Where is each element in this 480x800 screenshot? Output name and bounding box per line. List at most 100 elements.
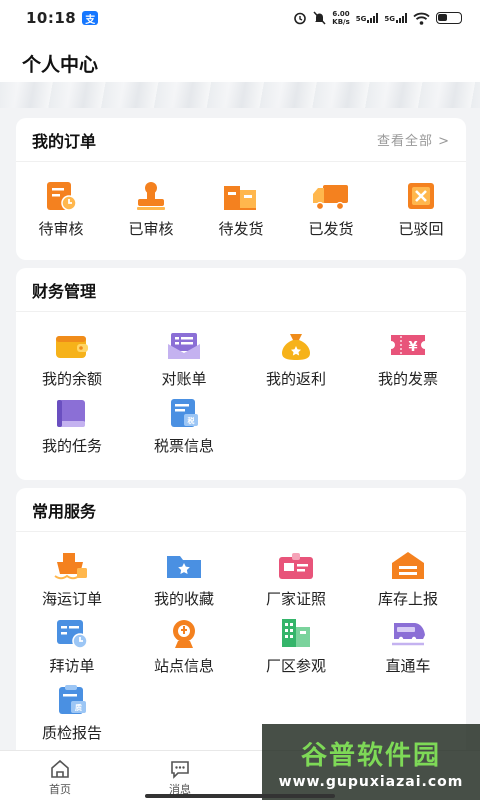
finance-balance[interactable]: 我的余额 xyxy=(16,328,128,389)
money-bag-icon xyxy=(276,328,316,364)
service-item-label: 站点信息 xyxy=(153,657,214,675)
order-shipped[interactable]: 已发货 xyxy=(286,178,376,239)
service-item-label: 库存上报 xyxy=(377,590,438,608)
favorite-folder-icon xyxy=(164,548,204,584)
order-item-label: 待发货 xyxy=(218,220,264,238)
finance-item-label: 我的余额 xyxy=(41,370,102,388)
finance-tax[interactable]: 税 税票信息 xyxy=(128,395,240,456)
service-visit-form[interactable]: 拜访单 xyxy=(16,615,128,676)
signal-bars-icon xyxy=(367,13,379,23)
finance-item-label: 对账单 xyxy=(161,370,207,388)
service-item-label: 厂家证照 xyxy=(265,590,326,608)
wallet-icon xyxy=(52,328,92,364)
network-type-2: 5G xyxy=(384,15,395,23)
home-indicator[interactable] xyxy=(145,794,335,798)
service-favorites[interactable]: 我的收藏 xyxy=(128,548,240,609)
finance-card-header: 财务管理 xyxy=(16,268,466,312)
alipay-notification-icon: 支 xyxy=(82,11,99,26)
finance-rebate[interactable]: 我的返利 xyxy=(240,328,352,389)
watermark-url: www.gupuxiazai.com xyxy=(278,773,464,790)
svg-text:税: 税 xyxy=(188,416,195,425)
order-item-label: 已发货 xyxy=(308,220,354,238)
finance-item-label: 税票信息 xyxy=(153,437,214,455)
order-approved[interactable]: 已审核 xyxy=(106,178,196,239)
approved-stamp-icon xyxy=(131,178,171,214)
service-item-label: 拜访单 xyxy=(49,657,95,675)
factory-icon xyxy=(276,615,316,651)
order-pending-ship[interactable]: 待发货 xyxy=(196,178,286,239)
network-type-1: 5G xyxy=(355,15,367,23)
page-title: 个人中心 xyxy=(22,54,99,76)
nav-messages[interactable]: 消息 xyxy=(120,751,240,800)
quality-report-icon: 质 xyxy=(52,682,92,718)
wifi-icon xyxy=(413,12,430,25)
orders-card: 我的订单 查看全部 > 待审核 已审核 待发货 已发货 已驳回 xyxy=(16,118,466,260)
service-item-label: 我的收藏 xyxy=(153,590,214,608)
finance-item-label: 我的任务 xyxy=(41,437,102,455)
status-time: 10:18 xyxy=(26,9,77,27)
order-pending-review[interactable]: 待审核 xyxy=(16,178,106,239)
watermark: 谷普软件园 www.gupuxiazai.com xyxy=(262,724,480,800)
pending-ship-icon xyxy=(221,178,261,214)
finance-grid: 我的余额 对账单 我的返利 ¥ 我的发票 我的任务 税 税票信息 xyxy=(16,312,466,462)
svg-text:质: 质 xyxy=(75,703,82,712)
service-item-label: 海运订单 xyxy=(41,590,102,608)
header-decoration xyxy=(0,82,480,108)
station-icon xyxy=(164,615,204,651)
service-license[interactable]: 厂家证照 xyxy=(240,548,352,609)
speed-value: 6.00 xyxy=(332,10,350,18)
visit-form-icon xyxy=(52,615,92,651)
mute-bell-icon xyxy=(313,11,326,25)
service-inventory-report[interactable]: 库存上报 xyxy=(352,548,464,609)
order-rejected[interactable]: 已驳回 xyxy=(376,178,466,239)
service-item-label: 质检报告 xyxy=(41,724,102,742)
service-station-info[interactable]: 站点信息 xyxy=(128,615,240,676)
rejected-icon xyxy=(401,178,441,214)
finance-statement[interactable]: 对账单 xyxy=(128,328,240,389)
statement-icon xyxy=(164,328,204,364)
watermark-title: 谷普软件园 xyxy=(300,740,441,771)
page-header: 个人中心 xyxy=(0,36,480,108)
finance-item-label: 我的返利 xyxy=(265,370,326,388)
task-book-icon xyxy=(52,395,92,431)
pending-review-icon xyxy=(41,178,81,214)
shipped-truck-icon xyxy=(311,178,351,214)
license-icon xyxy=(276,548,316,584)
services-card: 常用服务 海运订单 我的收藏 厂家证照 库存上报 拜访单 站点信息 厂区参观 直… xyxy=(16,488,466,750)
signal-bars-icon xyxy=(396,13,407,23)
services-grid: 海运订单 我的收藏 厂家证照 库存上报 拜访单 站点信息 厂区参观 直通车 质 … xyxy=(16,532,466,749)
network-speed: 6.00 KB/s xyxy=(332,10,349,26)
services-title: 常用服务 xyxy=(32,501,97,521)
tax-receipt-icon: 税 xyxy=(164,395,204,431)
finance-invoice[interactable]: ¥ 我的发票 xyxy=(352,328,464,389)
service-item-label: 厂区参观 xyxy=(265,657,326,675)
alarm-icon xyxy=(294,12,307,25)
finance-card: 财务管理 我的余额 对账单 我的返利 ¥ 我的发票 我的任务 税 税票信息 xyxy=(16,268,466,480)
finance-task[interactable]: 我的任务 xyxy=(16,395,128,456)
signal-1: 5G xyxy=(356,13,379,23)
nav-home[interactable]: 首页 xyxy=(0,751,120,800)
service-sea-order[interactable]: 海运订单 xyxy=(16,548,128,609)
speed-unit: KB/s xyxy=(332,18,350,26)
signal-2: 5G xyxy=(384,13,407,23)
train-icon xyxy=(388,615,428,651)
services-card-header: 常用服务 xyxy=(16,488,466,532)
status-bar: 10:18 支 6.00 KB/s 5G 5G xyxy=(0,0,480,36)
service-item-label: 直通车 xyxy=(385,657,431,675)
message-icon xyxy=(171,761,189,779)
view-all-orders-link[interactable]: 查看全部 > xyxy=(377,130,450,149)
order-item-label: 已审核 xyxy=(128,220,174,238)
service-factory-tour[interactable]: 厂区参观 xyxy=(240,615,352,676)
invoice-icon: ¥ xyxy=(388,328,428,364)
svg-text:¥: ¥ xyxy=(408,340,417,355)
home-icon xyxy=(51,759,69,778)
finance-item-label: 我的发票 xyxy=(377,370,438,388)
orders-card-header: 我的订单 查看全部 > xyxy=(16,118,466,162)
ship-icon xyxy=(52,548,92,584)
status-indicators: 6.00 KB/s 5G 5G xyxy=(293,10,462,26)
warehouse-icon xyxy=(388,548,428,584)
service-quality-report[interactable]: 质 质检报告 xyxy=(16,682,128,743)
service-direct-train[interactable]: 直通车 xyxy=(352,615,464,676)
orders-title: 我的订单 xyxy=(32,131,97,151)
order-item-label: 已驳回 xyxy=(398,220,444,238)
